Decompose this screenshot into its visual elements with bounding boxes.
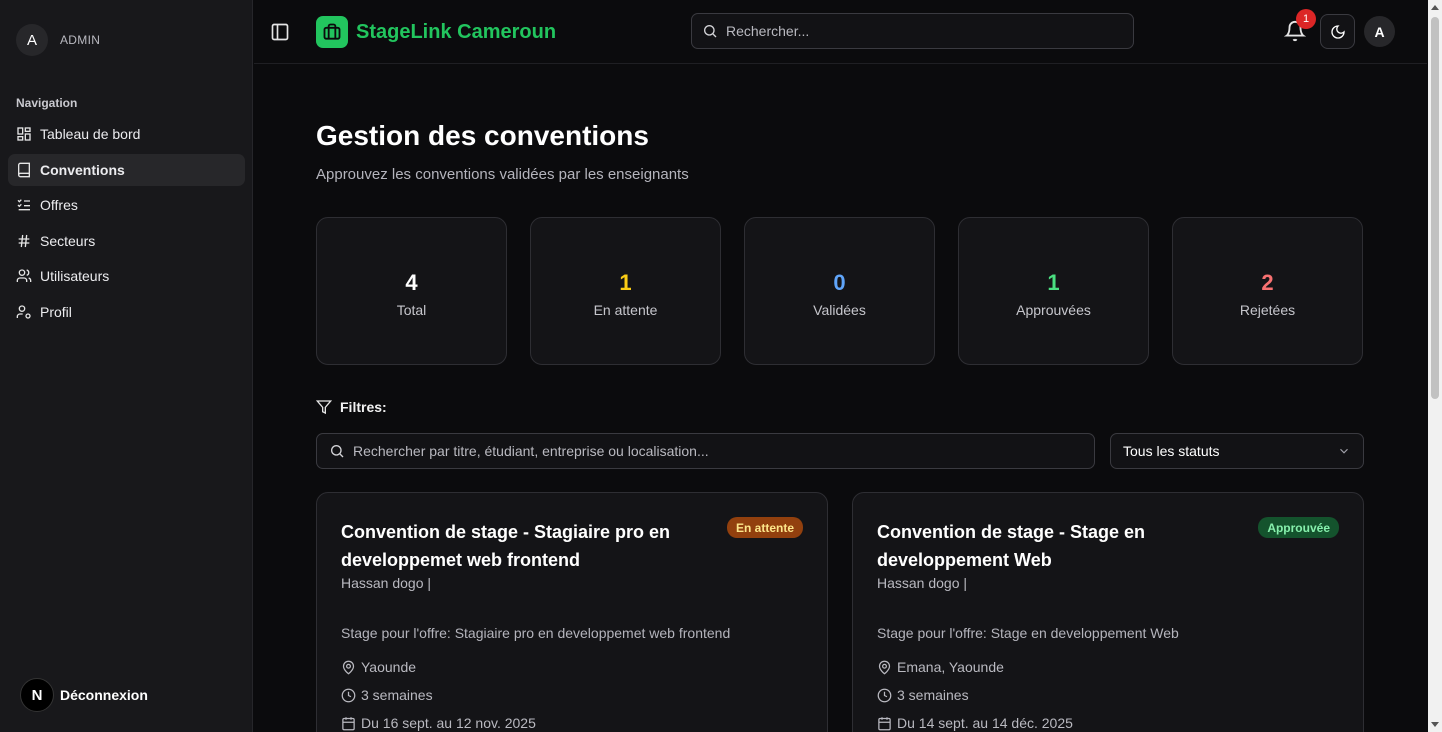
logout-badge-icon: N <box>20 678 54 712</box>
sidebar-item-label: Secteurs <box>40 232 96 249</box>
status-select-value: Tous les statuts <box>1123 443 1220 459</box>
sidebar: A ADMIN Navigation Tableau de bord Conve… <box>0 0 253 732</box>
sidebar-toggle-icon[interactable] <box>270 22 290 42</box>
search-icon <box>331 445 344 458</box>
header-avatar[interactable]: A <box>1364 16 1395 47</box>
sidebar-item-label: Conventions <box>40 161 125 178</box>
stat-value: 4 <box>405 270 418 295</box>
sidebar-item-offres[interactable]: Offres <box>8 189 245 221</box>
filter-icon <box>316 400 332 415</box>
users-icon <box>16 269 32 282</box>
brand-name: StageLink Cameroun <box>356 20 557 43</box>
dashboard-icon <box>17 127 31 141</box>
duration-text: 3 semaines <box>897 687 969 703</box>
duration-row: 3 semaines <box>877 687 969 703</box>
location-text: Emana, Yaounde <box>897 659 1004 675</box>
page-scrollbar[interactable] <box>1428 0 1442 732</box>
scroll-down-arrow-icon[interactable] <box>1431 722 1439 727</box>
map-pin-icon <box>342 660 355 675</box>
sidebar-user: A ADMIN <box>16 24 100 56</box>
user-role-label: ADMIN <box>60 33 101 47</box>
convention-title: Convention de stage - Stagiaire pro en d… <box>341 522 671 570</box>
stat-label: Validées <box>813 302 866 318</box>
stat-label: En attente <box>593 302 658 318</box>
calendar-icon <box>878 716 891 730</box>
student-name: Hassan dogo | <box>341 575 432 591</box>
sidebar-item-utilisateurs[interactable]: Utilisateurs <box>8 260 245 292</box>
convention-card[interactable]: Convention de stage - Stagiaire pro en d… <box>316 492 828 732</box>
convention-search-input[interactable] <box>353 443 1094 459</box>
dates-row: Du 14 sept. au 14 déc. 2025 <box>877 715 1073 731</box>
scroll-up-arrow-icon[interactable] <box>1431 5 1439 10</box>
page-title: Gestion des conventions <box>316 120 649 151</box>
theme-toggle-button[interactable] <box>1320 14 1355 49</box>
notification-count-badge: 1 <box>1296 9 1316 29</box>
stat-value: 1 <box>1047 270 1060 295</box>
stat-card-approved: 1 Approuvées <box>958 217 1149 365</box>
clock-icon <box>341 688 356 702</box>
sidebar-item-label: Profil <box>40 303 72 320</box>
stat-value: 0 <box>833 270 846 295</box>
stat-card-total: 4 Total <box>316 217 507 365</box>
status-filter-select[interactable]: Tous les statuts <box>1110 433 1364 469</box>
moon-icon <box>1330 24 1345 39</box>
stats-row: 4 Total 1 En attente 0 Validées 1 Approu… <box>316 217 1363 365</box>
hash-icon <box>18 234 30 247</box>
stat-label: Total <box>396 302 427 318</box>
sidebar-item-label: Offres <box>40 197 78 213</box>
list-checks-icon <box>17 199 30 211</box>
briefcase-icon <box>316 16 348 48</box>
sidebar-avatar[interactable]: A <box>16 24 48 56</box>
brand[interactable]: StageLink Cameroun <box>316 16 556 48</box>
logout-button[interactable]: N Déconnexion <box>20 678 148 712</box>
global-search[interactable] <box>691 13 1134 49</box>
user-cog-icon <box>16 304 31 319</box>
dates-text: Du 14 sept. au 14 déc. 2025 <box>897 715 1073 731</box>
filters-heading: Filtres: <box>316 399 387 415</box>
convention-description: Stage pour l'offre: Stage en developpeme… <box>877 625 1179 641</box>
duration-text: 3 semaines <box>361 687 433 703</box>
calendar-icon <box>342 716 355 730</box>
map-pin-icon <box>878 660 891 675</box>
location-row: Emana, Yaounde <box>877 659 1004 675</box>
sidebar-item-label: Tableau de bord <box>40 126 141 142</box>
top-header: StageLink Cameroun 1 A <box>254 0 1427 64</box>
stat-card-rejected: 2 Rejetées <box>1172 217 1363 365</box>
duration-row: 3 semaines <box>341 687 433 703</box>
status-badge: En attente <box>726 517 803 538</box>
chevron-down-icon <box>1340 448 1348 454</box>
status-badge: Approuvée <box>1258 517 1339 538</box>
filters-label: Filtres: <box>340 399 387 415</box>
convention-description: Stage pour l'offre: Stagiaire pro en dev… <box>341 625 731 641</box>
location-row: Yaounde <box>341 659 416 675</box>
search-input[interactable] <box>726 23 1133 39</box>
book-icon <box>18 162 30 177</box>
stat-value: 1 <box>619 270 632 295</box>
dates-row: Du 16 sept. au 12 nov. 2025 <box>341 715 536 731</box>
student-name: Hassan dogo | <box>877 575 968 591</box>
stat-value: 2 <box>1261 270 1274 295</box>
sidebar-item-label: Utilisateurs <box>40 268 110 284</box>
stat-label: Rejetées <box>1239 302 1296 318</box>
sidebar-item-profil[interactable]: Profil <box>8 296 245 328</box>
sidebar-item-dashboard[interactable]: Tableau de bord <box>8 118 245 150</box>
nav-section-title: Navigation <box>16 96 78 110</box>
logout-label: Déconnexion <box>60 687 148 703</box>
page-subtitle: Approuvez les conventions validées par l… <box>316 166 689 183</box>
stat-card-pending: 1 En attente <box>530 217 721 365</box>
stat-card-validated: 0 Validées <box>744 217 935 365</box>
location-text: Yaounde <box>361 659 417 675</box>
dates-text: Du 16 sept. au 12 nov. 2025 <box>361 715 536 731</box>
convention-search[interactable] <box>316 433 1095 469</box>
search-icon <box>704 25 717 38</box>
scrollbar-thumb[interactable] <box>1431 17 1439 399</box>
sidebar-item-secteurs[interactable]: Secteurs <box>8 225 245 257</box>
convention-title: Convention de stage - Stage en developpe… <box>877 522 1146 570</box>
sidebar-nav: Tableau de bord Conventions Offres Secte… <box>8 118 245 331</box>
clock-icon <box>877 688 892 702</box>
sidebar-item-conventions[interactable]: Conventions <box>8 153 245 186</box>
convention-card[interactable]: Convention de stage - Stage en developpe… <box>852 492 1364 732</box>
stat-label: Approuvées <box>1016 302 1091 318</box>
